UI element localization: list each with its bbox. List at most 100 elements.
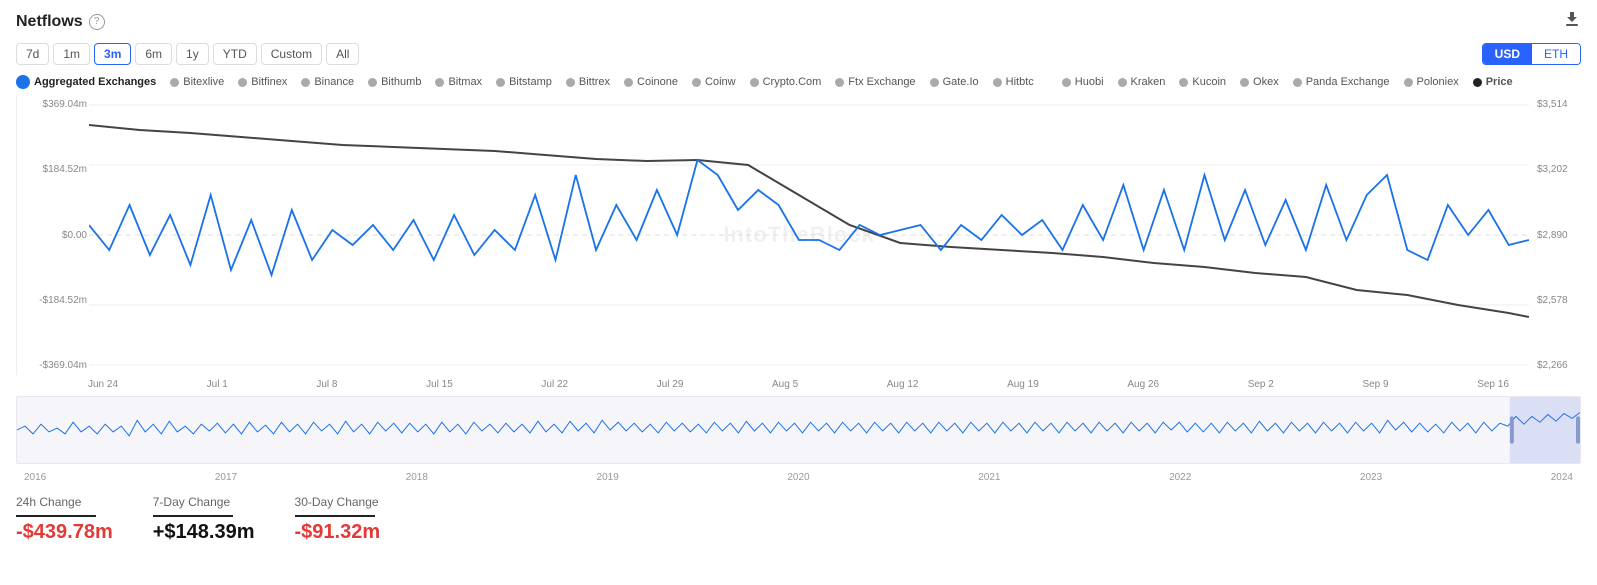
legend-dot-cryptocom	[750, 78, 759, 87]
y-right-label-4: $2,578	[1537, 295, 1581, 306]
y-label-1: $369.04m	[17, 99, 87, 110]
legend-bithumb[interactable]: Bithumb	[368, 76, 421, 88]
legend-label-poloniex: Poloniex	[1417, 76, 1459, 88]
legend-dot-bitmax	[435, 78, 444, 87]
mini-chart-svg	[17, 397, 1580, 463]
y-right-label-3: $2,890	[1537, 230, 1581, 241]
legend-dot-coinone	[624, 78, 633, 87]
currency-buttons: USD ETH	[1482, 43, 1581, 65]
legend-kucoin[interactable]: Kucoin	[1179, 76, 1226, 88]
legend-poloniex[interactable]: Poloniex	[1404, 76, 1459, 88]
legend-label-aggregated: Aggregated Exchanges	[34, 76, 156, 88]
legend-price[interactable]: Price	[1473, 76, 1513, 88]
legend-aggregated[interactable]: Aggregated Exchanges	[16, 75, 156, 89]
mini-x-2024: 2024	[1551, 472, 1573, 483]
btn-1m[interactable]: 1m	[53, 43, 90, 65]
y-axis-left: $369.04m $184.52m $0.00 -$184.52m -$369.…	[17, 95, 87, 375]
legend-bitmax[interactable]: Bitmax	[435, 76, 482, 88]
x-label-aug19: Aug 19	[1007, 379, 1039, 390]
btn-1y[interactable]: 1y	[176, 43, 209, 65]
legend-label-kucoin: Kucoin	[1192, 76, 1226, 88]
x-label-aug12: Aug 12	[887, 379, 919, 390]
btn-all[interactable]: All	[326, 43, 359, 65]
stat-30d-label: 30-Day Change	[295, 495, 381, 509]
legend-label-huobi: Huobi	[1075, 76, 1104, 88]
x-label-jul22: Jul 22	[541, 379, 568, 390]
legend-label-bitfinex: Bitfinex	[251, 76, 287, 88]
legend-ftx[interactable]: Ftx Exchange	[835, 76, 915, 88]
legend-panda[interactable]: Panda Exchange	[1293, 76, 1390, 88]
stat-24h-value: -$439.78m	[16, 521, 113, 544]
legend-label-ftx: Ftx Exchange	[848, 76, 915, 88]
y-right-label-1: $3,514	[1537, 99, 1581, 110]
legend-dot-kraken	[1118, 78, 1127, 87]
legend-dot-bithumb	[368, 78, 377, 87]
btn-3m[interactable]: 3m	[94, 43, 131, 65]
help-icon[interactable]: ?	[89, 14, 105, 30]
legend-dot-coinw	[692, 78, 701, 87]
y-label-5: -$369.04m	[17, 360, 87, 371]
legend-label-bitexlive: Bitexlive	[183, 76, 224, 88]
legend-dot-price	[1473, 78, 1482, 87]
y-right-label-2: $3,202	[1537, 164, 1581, 175]
legend-bittrex[interactable]: Bittrex	[566, 76, 610, 88]
legend-coinone[interactable]: Coinone	[624, 76, 678, 88]
header: Netflows ?	[16, 10, 1581, 33]
x-label-aug26: Aug 26	[1127, 379, 1159, 390]
stats-row: 24h Change -$439.78m 7-Day Change +$148.…	[16, 487, 1581, 544]
legend-binance[interactable]: Binance	[301, 76, 354, 88]
legend-dot-bitfinex	[238, 78, 247, 87]
btn-6m[interactable]: 6m	[135, 43, 172, 65]
legend-hitbtc[interactable]: Hitbtc	[993, 76, 1034, 88]
btn-eth[interactable]: ETH	[1532, 44, 1580, 64]
mini-x-labels: 2016 2017 2018 2019 2020 2021 2022 2023 …	[16, 472, 1581, 483]
btn-usd[interactable]: USD	[1483, 44, 1532, 64]
stat-24h-divider	[16, 515, 96, 517]
legend-label-price: Price	[1486, 76, 1513, 88]
legend-huobi[interactable]: Huobi	[1062, 76, 1104, 88]
btn-custom[interactable]: Custom	[261, 43, 322, 65]
legend-dot-huobi	[1062, 78, 1071, 87]
download-icon[interactable]	[1563, 10, 1581, 33]
legend-okex[interactable]: Okex	[1240, 76, 1279, 88]
legend: Aggregated Exchanges Bitexlive Bitfinex …	[16, 75, 1581, 89]
x-label-sep2: Sep 2	[1248, 379, 1274, 390]
mini-x-2020: 2020	[787, 472, 809, 483]
x-axis: Jun 24 Jul 1 Jul 8 Jul 15 Jul 22 Jul 29 …	[16, 377, 1581, 392]
mini-chart-area[interactable]	[16, 396, 1581, 464]
x-label-sep9: Sep 9	[1362, 379, 1388, 390]
stat-7d-label: 7-Day Change	[153, 495, 255, 509]
legend-kraken[interactable]: Kraken	[1118, 76, 1166, 88]
x-label-jul1: Jul 1	[207, 379, 228, 390]
legend-dot-binance	[301, 78, 310, 87]
mini-x-2019: 2019	[597, 472, 619, 483]
stat-7d-divider	[153, 515, 233, 517]
btn-ytd[interactable]: YTD	[213, 43, 257, 65]
legend-label-coinw: Coinw	[705, 76, 736, 88]
x-label-jun24: Jun 24	[88, 379, 118, 390]
legend-dot-ftx	[835, 78, 844, 87]
stat-30d: 30-Day Change -$91.32m	[295, 495, 381, 544]
btn-7d[interactable]: 7d	[16, 43, 49, 65]
legend-label-cryptocom: Crypto.Com	[763, 76, 822, 88]
legend-label-panda: Panda Exchange	[1306, 76, 1390, 88]
legend-dot-bitstamp	[496, 78, 505, 87]
legend-bitexlive[interactable]: Bitexlive	[170, 76, 224, 88]
legend-label-hitbtc: Hitbtc	[1006, 76, 1034, 88]
legend-bitfinex[interactable]: Bitfinex	[238, 76, 287, 88]
legend-dot-kucoin	[1179, 78, 1188, 87]
y-right-label-5: $2,266	[1537, 360, 1581, 371]
legend-cryptocom[interactable]: Crypto.Com	[750, 76, 822, 88]
legend-dot-poloniex	[1404, 78, 1413, 87]
mini-x-2018: 2018	[406, 472, 428, 483]
legend-bitstamp[interactable]: Bitstamp	[496, 76, 552, 88]
x-label-jul8: Jul 8	[316, 379, 337, 390]
legend-gateio[interactable]: Gate.Io	[930, 76, 979, 88]
mini-x-2022: 2022	[1169, 472, 1191, 483]
legend-label-okex: Okex	[1253, 76, 1279, 88]
legend-label-gateio: Gate.Io	[943, 76, 979, 88]
page-title: Netflows	[16, 13, 83, 31]
legend-coinw[interactable]: Coinw	[692, 76, 736, 88]
legend-label-bittrex: Bittrex	[579, 76, 610, 88]
y-axis-right: $3,514 $3,202 $2,890 $2,578 $2,266	[1533, 95, 1581, 375]
